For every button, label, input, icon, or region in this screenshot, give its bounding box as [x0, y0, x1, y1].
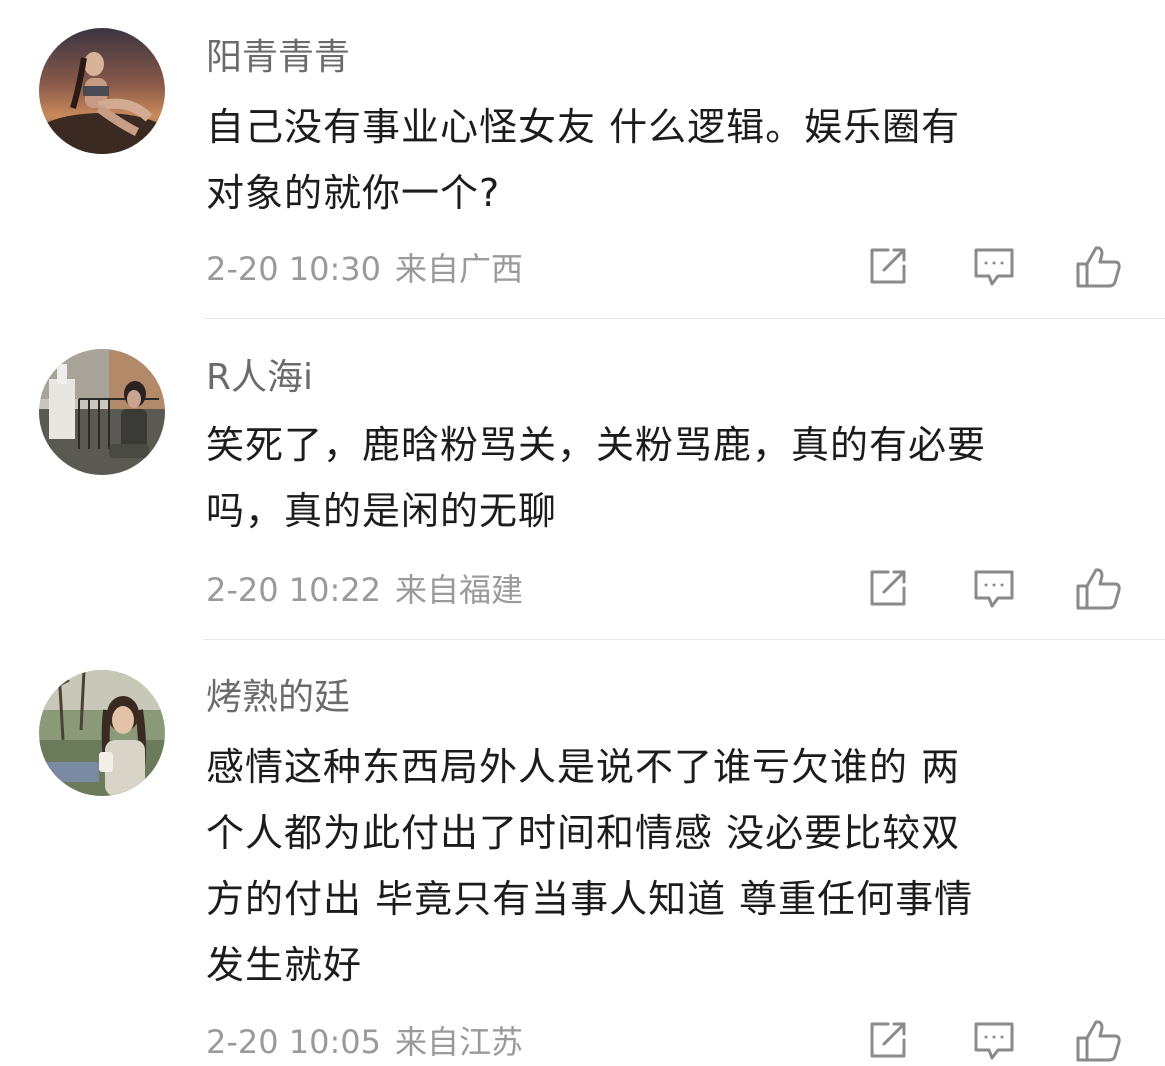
username[interactable]: 烤熟的廷	[206, 676, 350, 720]
thumbs-up-icon[interactable]	[1074, 566, 1122, 614]
comment-line: 吗，真的是闲的无聊	[206, 489, 558, 533]
avatar[interactable]	[39, 670, 165, 796]
comment-line: 对象的就你一个?	[206, 171, 501, 215]
timestamp: 2-20 10:30	[206, 250, 382, 288]
comment-meta: 2-20 10:30 来自广西	[206, 249, 523, 289]
location: 来自江苏	[395, 1023, 524, 1061]
thumbs-up-icon[interactable]	[1074, 1018, 1122, 1066]
comment-meta: 2-20 10:05 来自江苏	[206, 1022, 523, 1062]
comment-text: 笑死了，鹿晗粉骂关，关粉骂鹿，真的有必要 吗，真的是闲的无聊	[206, 412, 1126, 544]
location: 来自广西	[395, 250, 524, 288]
avatar[interactable]	[39, 28, 165, 154]
avatar[interactable]	[39, 349, 165, 475]
comment-line: 自己没有事业心怪女友 什么逻辑。娱乐圈有	[206, 105, 961, 149]
username[interactable]: R人海i	[206, 356, 313, 400]
comment-actions	[866, 1018, 1126, 1062]
comment-line: 方的付出 毕竟只有当事人知道 尊重任何事情	[206, 877, 974, 921]
comment-line: 笑死了，鹿晗粉骂关，关粉骂鹿，真的有必要	[206, 423, 987, 467]
comment-actions	[866, 566, 1126, 610]
timestamp: 2-20 10:05	[206, 1023, 382, 1061]
comment-actions	[866, 244, 1126, 288]
timestamp: 2-20 10:22	[206, 571, 382, 609]
username[interactable]: 阳青青青	[206, 36, 350, 80]
comment-icon[interactable]	[972, 1018, 1020, 1066]
comment-line: 发生就好	[206, 943, 363, 987]
comment-meta: 2-20 10:22 来自福建	[206, 570, 523, 610]
divider	[204, 318, 1165, 319]
comment-icon[interactable]	[972, 244, 1020, 292]
comment-line: 个人都为此付出了时间和情感 没必要比较双	[206, 811, 961, 855]
share-icon[interactable]	[866, 1018, 914, 1066]
share-icon[interactable]	[866, 244, 914, 292]
thumbs-up-icon[interactable]	[1074, 244, 1122, 292]
comment-text: 感情这种东西局外人是说不了谁亏欠谁的 两 个人都为此付出了时间和情感 没必要比较…	[206, 734, 1126, 998]
comment-line: 感情这种东西局外人是说不了谁亏欠谁的 两	[206, 745, 961, 789]
comment-text: 自己没有事业心怪女友 什么逻辑。娱乐圈有 对象的就你一个?	[206, 94, 1126, 226]
location: 来自福建	[395, 571, 524, 609]
share-icon[interactable]	[866, 566, 914, 614]
divider	[204, 639, 1165, 640]
comment-icon[interactable]	[972, 566, 1020, 614]
